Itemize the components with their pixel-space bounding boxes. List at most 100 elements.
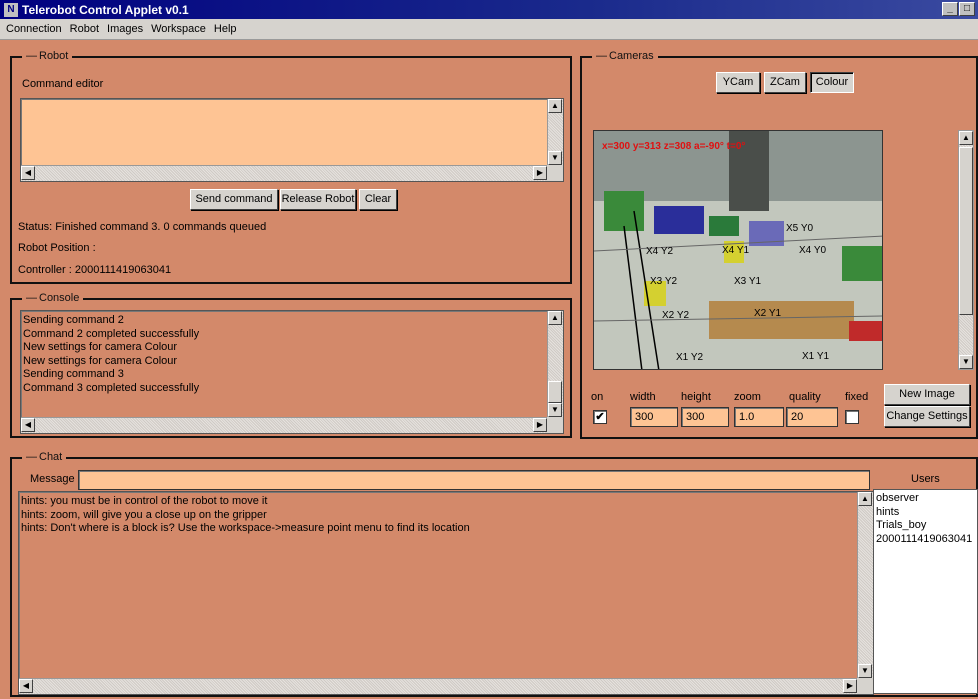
scroll-right-icon[interactable]: ▶ <box>533 418 547 432</box>
chat-lines: hints: you must be in control of the rob… <box>19 492 873 539</box>
grid-label: X4 Y0 <box>799 245 827 256</box>
message-label: Message <box>30 473 75 485</box>
ycam-button[interactable]: YCam <box>716 72 760 93</box>
console-line: New settings for camera Colour <box>23 341 178 353</box>
user-lines: observer hints Trials_boy 2000111419063041 <box>874 490 977 548</box>
grid-label: X3 Y2 <box>650 276 678 287</box>
chat-line: hints: Don't where is a block is? Use th… <box>21 522 470 534</box>
window-title: Telerobot Control Applet v0.1 <box>22 2 189 17</box>
menu-workspace[interactable]: Workspace <box>151 23 206 35</box>
chat-group: Chat Message Users hints: you must be in… <box>10 451 978 697</box>
fixed-label: fixed <box>845 391 869 403</box>
scroll-thumb[interactable] <box>548 381 562 403</box>
camera-overlay-text: x=300 y=313 z=308 a=-90° t=0° <box>602 141 746 152</box>
width-label: width <box>630 391 656 403</box>
menu-connection[interactable]: Connection <box>6 23 62 35</box>
camera-on-checkbox[interactable]: ✔ <box>593 410 607 424</box>
scroll-down-icon[interactable]: ▼ <box>548 403 562 417</box>
robot-status: Status: Finished command 3. 0 commands q… <box>18 221 267 233</box>
user-item[interactable]: Trials_boy <box>876 519 975 533</box>
title-bar: N Telerobot Control Applet v0.1 _ □ <box>0 0 978 19</box>
console-log[interactable]: Sending command 2 Command 2 completed suc… <box>20 310 564 434</box>
user-item[interactable]: observer <box>876 492 975 506</box>
scroll-up-icon[interactable]: ▲ <box>548 99 562 113</box>
command-editor-label: Command editor <box>22 78 104 90</box>
app-icon: N <box>4 2 18 17</box>
console-line: Sending command 3 <box>23 368 124 380</box>
user-item[interactable]: hints <box>876 506 975 520</box>
robot-group: Robot Command editor ▲ ▼ ◀ ▶ Send comman… <box>10 50 572 284</box>
scroll-left-icon[interactable]: ◀ <box>19 679 33 693</box>
users-label: Users <box>911 473 940 485</box>
scroll-up-icon[interactable]: ▲ <box>959 131 973 145</box>
command-editor[interactable]: ▲ ▼ ◀ ▶ <box>20 98 564 182</box>
grid-label: X2 Y1 <box>754 308 782 319</box>
scroll-corner <box>547 417 563 433</box>
quality-label: quality <box>789 391 821 403</box>
zcam-button[interactable]: ZCam <box>764 72 806 93</box>
zoom-field[interactable]: 1.0 <box>734 407 784 427</box>
message-input[interactable] <box>78 470 870 490</box>
camera-fixed-checkbox[interactable] <box>845 410 859 424</box>
send-command-button[interactable]: Send command <box>190 189 278 210</box>
console-group-title: Console <box>22 292 84 304</box>
console-lines: Sending command 2 Command 2 completed suc… <box>21 311 563 398</box>
scroll-thumb[interactable] <box>959 147 973 315</box>
clear-button[interactable]: Clear <box>359 189 397 210</box>
change-settings-button[interactable]: Change Settings <box>884 406 970 427</box>
minimize-button[interactable]: _ <box>942 2 958 16</box>
chat-log[interactable]: hints: you must be in control of the rob… <box>18 491 874 695</box>
grid-label: X4 Y1 <box>722 245 750 256</box>
console-hscroll[interactable]: ◀ ▶ <box>21 417 547 433</box>
chat-vscroll[interactable]: ▲ ▼ <box>857 492 873 678</box>
scroll-right-icon[interactable]: ▶ <box>843 679 857 693</box>
grid-label: X2 Y2 <box>662 310 690 321</box>
menu-robot[interactable]: Robot <box>70 23 99 35</box>
robot-position: Robot Position : <box>18 242 96 254</box>
zoom-label: zoom <box>734 391 761 403</box>
scroll-down-icon[interactable]: ▼ <box>858 664 872 678</box>
scroll-down-icon[interactable]: ▼ <box>548 151 562 165</box>
grid-label: X5 Y0 <box>786 223 814 234</box>
user-item[interactable]: 2000111419063041 <box>876 533 975 547</box>
controller-id: Controller : 2000111419063041 <box>18 264 172 276</box>
command-editor-vscroll[interactable]: ▲ ▼ <box>547 99 563 165</box>
scroll-up-icon[interactable]: ▲ <box>858 492 872 506</box>
grid-label: X1 Y2 <box>676 352 704 363</box>
scroll-down-icon[interactable]: ▼ <box>959 355 973 369</box>
grid-label: X3 Y1 <box>734 276 762 287</box>
command-editor-hscroll[interactable]: ◀ ▶ <box>21 165 547 181</box>
console-vscroll[interactable]: ▲ ▼ <box>547 311 563 417</box>
chat-hscroll[interactable]: ◀ ▶ <box>19 678 857 694</box>
scroll-corner <box>857 678 873 694</box>
console-line: New settings for camera Colour <box>23 354 178 367</box>
chat-group-title: Chat <box>22 451 67 463</box>
users-list[interactable]: observer hints Trials_boy 2000111419063041 <box>873 489 978 694</box>
menu-images[interactable]: Images <box>107 23 143 35</box>
robot-group-title: Robot <box>22 50 73 62</box>
console-line: Command 3 completed successfully <box>23 381 200 394</box>
height-field[interactable]: 300 <box>681 407 729 427</box>
new-image-button[interactable]: New Image <box>884 384 970 405</box>
colour-button[interactable]: Colour <box>810 72 854 93</box>
camera-vscroll[interactable]: ▲ ▼ <box>958 130 974 370</box>
on-label: on <box>591 391 604 403</box>
camera-image[interactable]: x=300 y=313 z=308 a=-90° t=0° X5 Y0 X4 Y… <box>593 130 883 370</box>
width-field[interactable]: 300 <box>630 407 678 427</box>
chat-line: hints: zoom, will give you a close up on… <box>21 508 267 521</box>
scroll-left-icon[interactable]: ◀ <box>21 418 35 432</box>
grid-label: X1 Y1 <box>802 351 830 362</box>
menu-bar: Connection Robot Images Workspace Help <box>0 19 978 40</box>
scroll-left-icon[interactable]: ◀ <box>21 166 35 180</box>
console-group: Console Sending command 2Command 2 compl… <box>10 292 572 438</box>
quality-field[interactable]: 20 <box>786 407 838 427</box>
maximize-button[interactable]: □ <box>959 2 975 16</box>
scroll-right-icon[interactable]: ▶ <box>533 166 547 180</box>
console-line: Sending command 2 <box>23 314 124 326</box>
height-label: height <box>681 391 711 403</box>
release-robot-button[interactable]: Release Robot <box>280 189 356 210</box>
menu-help[interactable]: Help <box>214 23 237 35</box>
cameras-group-title: Cameras <box>592 50 658 62</box>
console-line: Command 2 completed successfully <box>23 327 200 340</box>
scroll-up-icon[interactable]: ▲ <box>548 311 562 325</box>
